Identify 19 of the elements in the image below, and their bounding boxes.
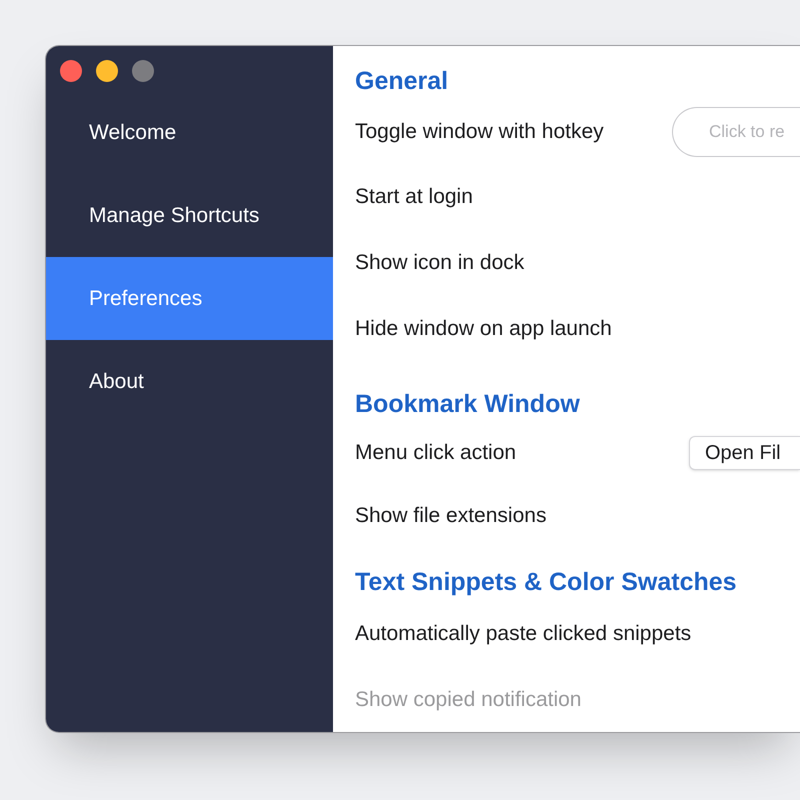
setting-label: Start at login	[355, 184, 473, 210]
sidebar-item[interactable]: About	[46, 340, 333, 423]
minimize-button[interactable]	[96, 60, 118, 82]
action-dropdown[interactable]: Open Fil	[689, 436, 800, 470]
sidebar-item[interactable]: Preferences	[46, 257, 333, 340]
setting-label: Automatically paste clicked snippets	[355, 621, 692, 648]
section-heading: General	[355, 66, 450, 98]
section-heading: Text Snippets & Color Swatches	[355, 567, 738, 598]
setting-label: Show copied notification	[355, 687, 582, 714]
close-button[interactable]	[60, 60, 82, 82]
setting-label: Show file extensions	[355, 503, 546, 530]
setting-label: Menu click action	[355, 440, 516, 466]
setting-label: Show icon in dock	[355, 250, 524, 276]
zoom-button[interactable]	[132, 60, 154, 82]
section-heading: Bookmark Window	[355, 389, 581, 420]
setting-label: Hide window on app launch	[355, 316, 612, 342]
sidebar-item[interactable]: Welcome	[46, 91, 333, 174]
sidebar-item[interactable]: Manage Shortcuts	[46, 174, 333, 257]
setting-label: Toggle window with hotkey	[355, 119, 604, 146]
